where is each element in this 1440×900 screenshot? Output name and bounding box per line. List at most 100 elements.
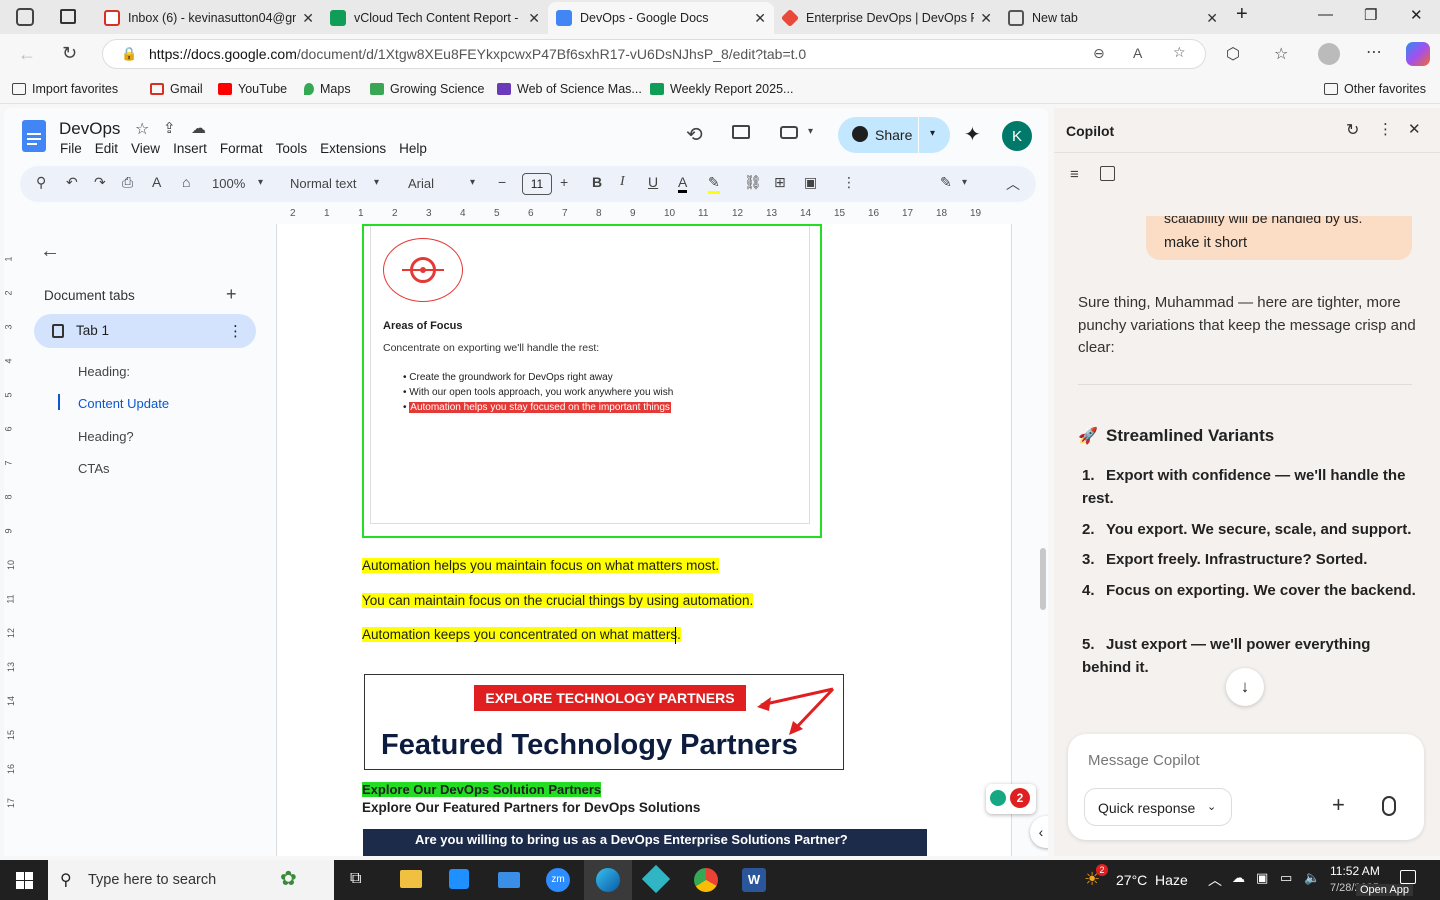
zoom-icon[interactable]: ⊖ — [1093, 45, 1105, 62]
version-history-icon[interactable]: ⟲ — [686, 122, 703, 147]
edge-taskbar-button[interactable] — [584, 860, 632, 900]
open-app-tooltip[interactable]: Open App — [1356, 884, 1413, 896]
outline-item[interactable]: Heading? — [78, 429, 134, 444]
tab-options-icon[interactable]: ⋮ — [228, 322, 243, 340]
search-menus-icon[interactable]: ⚲ — [36, 174, 46, 191]
file-explorer-icon[interactable] — [400, 870, 422, 888]
star-icon[interactable]: ☆ — [135, 119, 149, 139]
side-panel-toggle-icon[interactable]: ‹ — [1030, 816, 1048, 848]
comments-icon[interactable] — [732, 125, 750, 139]
chevron-down-icon[interactable]: ▾ — [470, 177, 475, 188]
add-icon[interactable]: + — [1332, 792, 1345, 818]
favorite-star-icon[interactable]: ☆ — [1173, 44, 1186, 61]
increase-font-icon[interactable]: + — [560, 174, 568, 190]
bookmark-growing-science[interactable]: Growing Science — [370, 82, 485, 96]
menu-view[interactable]: View — [131, 141, 160, 156]
partners-banner-image[interactable]: EXPLORE TECHNOLOGY PARTNERS Featured Tec… — [364, 674, 844, 770]
chevron-down-icon[interactable]: ▾ — [374, 177, 379, 188]
italic-icon[interactable]: I — [620, 174, 625, 190]
new-tab-button[interactable]: + — [1236, 3, 1248, 26]
decrease-font-icon[interactable]: − — [498, 174, 506, 190]
font-select[interactable]: Arial — [408, 176, 434, 191]
outline-item-active[interactable]: Content Update — [78, 396, 169, 411]
minimize-icon[interactable]: — — [1318, 6, 1333, 23]
hide-menus-icon[interactable]: ︿ — [1006, 174, 1020, 194]
gemini-icon[interactable]: ✦ — [964, 122, 981, 147]
bookmark-other-favorites[interactable]: Other favorites — [1324, 82, 1426, 96]
docs-logo-icon[interactable] — [22, 120, 46, 152]
close-icon[interactable]: ✕ — [302, 10, 314, 27]
bookmark-gmail[interactable]: Gmail — [150, 82, 203, 96]
task-view-icon[interactable]: ⧉ — [350, 870, 361, 888]
paint-format-icon[interactable]: ⌂ — [182, 174, 190, 190]
print-icon[interactable]: ⎙ — [122, 174, 133, 191]
back-arrow-icon[interactable]: ← — [40, 240, 60, 263]
selected-image-frame[interactable]: Areas of Focus Concentrate on exporting … — [362, 224, 822, 538]
extensions-icon[interactable]: ⬡ — [1226, 44, 1240, 64]
chevron-down-icon[interactable]: ▾ — [808, 126, 813, 137]
redo-icon[interactable]: ↷ — [94, 174, 106, 191]
menu-file[interactable]: File — [60, 141, 82, 156]
chrome-icon[interactable] — [694, 868, 718, 892]
text-color-icon[interactable]: A — [678, 174, 688, 193]
tab-gmail[interactable]: Inbox (6) - kevinasutton04@gm ✕ — [96, 4, 322, 32]
menu-tools[interactable]: Tools — [276, 141, 308, 156]
menu-insert[interactable]: Insert — [173, 141, 207, 156]
display-icon[interactable]: ▭ — [1280, 870, 1292, 886]
workspaces-icon[interactable] — [16, 8, 34, 26]
meet-icon[interactable] — [780, 126, 798, 139]
notifications-icon[interactable] — [1400, 870, 1416, 884]
menu-extensions[interactable]: Extensions — [320, 141, 386, 156]
highlight-icon[interactable]: ✎ — [708, 174, 720, 194]
message-input[interactable]: Message Copilot — [1088, 752, 1200, 769]
close-icon[interactable]: ✕ — [528, 10, 540, 27]
tab-1-item[interactable]: Tab 1 ⋮ — [34, 314, 256, 348]
site-info-icon[interactable]: 🔒 — [121, 46, 137, 62]
new-chat-icon[interactable] — [1100, 166, 1115, 181]
tab-new[interactable]: New tab ✕ — [1000, 4, 1226, 32]
favorites-icon[interactable]: ☆ — [1274, 44, 1288, 64]
refresh-icon[interactable]: ↻ — [62, 43, 77, 64]
bookmark-youtube[interactable]: YouTube — [218, 82, 287, 96]
chevron-down-icon[interactable]: ▾ — [962, 177, 967, 188]
bookmark-web-of-science[interactable]: Web of Science Mas... — [497, 82, 642, 96]
bottom-banner-image[interactable]: Are you willing to bring us as a DevOps … — [363, 829, 927, 856]
copilot-icon[interactable] — [1406, 42, 1430, 66]
outline-item[interactable]: CTAs — [78, 461, 110, 476]
bookmark-maps[interactable]: Maps — [304, 82, 351, 96]
font-size-input[interactable]: 11 — [522, 173, 552, 195]
bookmark-weekly-report[interactable]: Weekly Report 2025... — [650, 82, 793, 96]
read-aloud-icon[interactable]: A — [1133, 45, 1142, 61]
more-tools-icon[interactable]: ⋮ — [842, 174, 856, 191]
bookmark-import-favorites[interactable]: Import favorites — [12, 82, 118, 96]
window-close-icon[interactable]: ✕ — [1410, 6, 1423, 24]
tab-actions-icon[interactable] — [60, 9, 76, 24]
menu-format[interactable]: Format — [220, 141, 263, 156]
highlighted-line[interactable]: You can maintain focus on the crucial th… — [362, 593, 754, 608]
paragraph-style-select[interactable]: Normal text — [290, 176, 356, 191]
insert-image-icon[interactable]: ▣ — [804, 174, 817, 191]
refresh-icon[interactable]: ↻ — [1346, 120, 1359, 140]
app-icon[interactable] — [641, 864, 671, 894]
move-icon[interactable]: ⇪ — [163, 119, 176, 137]
onedrive-icon[interactable]: ☁ — [1232, 870, 1245, 886]
mail-icon[interactable] — [498, 872, 520, 888]
green-highlighted-line[interactable]: Explore Our DevOps Solution Partners — [362, 782, 602, 797]
zoom-app-icon[interactable]: zm — [546, 868, 570, 892]
bold-icon[interactable]: B — [592, 174, 602, 190]
scroll-down-icon[interactable]: ↓ — [1226, 668, 1264, 706]
volume-icon[interactable]: 🔈 — [1304, 870, 1320, 886]
maximize-icon[interactable]: ❐ — [1364, 6, 1377, 24]
show-hidden-icons[interactable]: ︿ — [1208, 870, 1222, 890]
document-scrollbar[interactable] — [1040, 548, 1046, 610]
highlighted-line[interactable]: Automation keeps you concentrated on wha… — [362, 627, 681, 642]
share-button[interactable]: Share ▾ — [838, 117, 950, 153]
outline-item[interactable]: Heading: — [78, 364, 130, 379]
weather-text[interactable]: 27°C Haze — [1116, 872, 1188, 888]
taskbar-search[interactable]: ⚲ Type here to search ✿ — [48, 860, 334, 900]
history-icon[interactable]: ≡ — [1070, 166, 1079, 183]
more-options-icon[interactable]: ⋮ — [1378, 120, 1393, 138]
assistant-widget[interactable]: 2 — [986, 784, 1036, 814]
windows-start-icon[interactable] — [16, 872, 33, 889]
document-title[interactable]: DevOps — [59, 119, 120, 139]
